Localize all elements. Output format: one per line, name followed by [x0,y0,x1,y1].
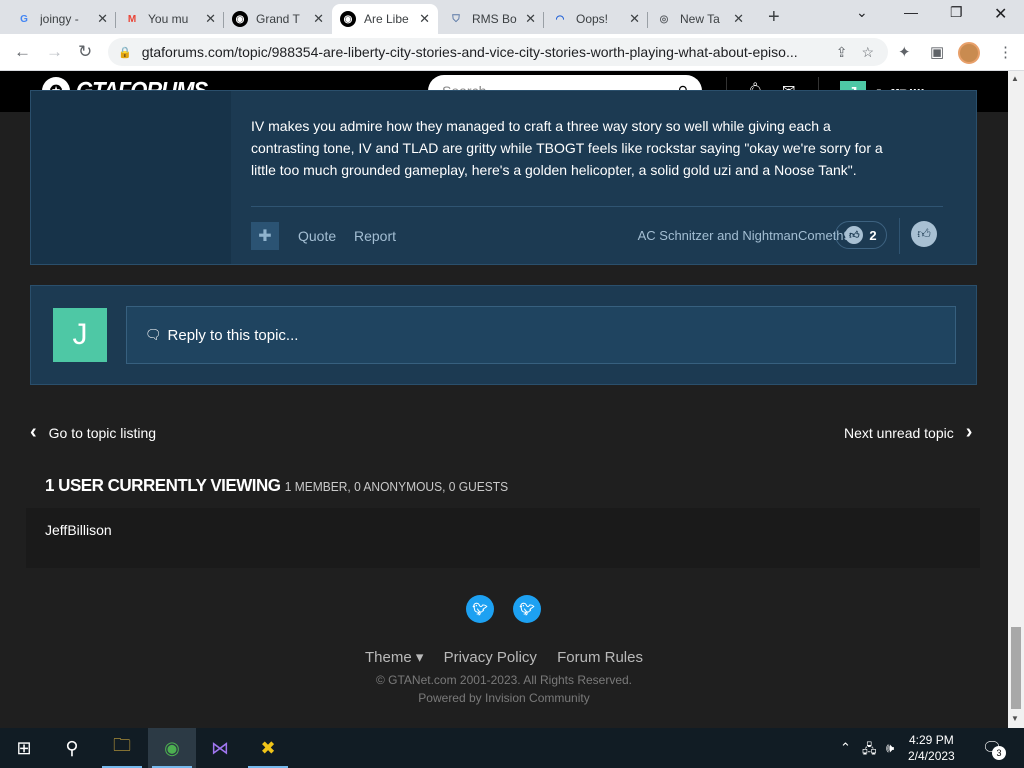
visual-studio-icon[interactable]: ⋈ [196,728,244,768]
multiquote-plus-button[interactable]: ✚ [251,222,279,250]
gmail-icon: M [127,13,137,25]
back-icon[interactable]: ← [14,42,31,62]
browser-tab[interactable]: ⛉ RMS Bo ✕ [440,4,544,34]
theme-menu-link[interactable]: Theme ▾ [365,649,423,666]
file-explorer-icon[interactable]: 🗀 [98,728,146,768]
forum-rules-link[interactable]: Forum Rules [557,649,643,666]
show-hidden-icons-chevron[interactable]: ⌃ [840,740,851,756]
scrollbar-thumb[interactable] [1011,627,1021,709]
close-window-icon[interactable]: ✕ [994,4,1007,24]
reply-box: J 🗨︎ Reply to this topic... [30,285,977,385]
close-tab-icon[interactable]: ✕ [97,11,108,27]
new-tab-icon[interactable]: + [768,6,780,29]
close-tab-icon[interactable]: ✕ [525,11,536,27]
viewing-breakdown: 1 MEMBER, 0 ANONYMOUS, 0 GUESTS [284,479,509,495]
network-icon[interactable]: 🖧︎ [862,740,877,762]
go-to-topic-listing-link[interactable]: ‹ Go to topic listing [30,421,156,444]
volume-icon[interactable]: 🕪︎ [886,740,894,756]
forum-post: IV makes you admire how they managed to … [30,90,977,265]
react-thumbs-up-button[interactable]: 👍︎ [911,221,937,247]
share-icon[interactable]: ⇪ [836,44,848,61]
report-button[interactable]: Report [354,228,396,244]
system-clock[interactable]: 4:29 PM 2/4/2023 [908,732,955,764]
profile-avatar[interactable] [958,42,980,64]
twitter-icon[interactable]: 🐦︎ [513,595,541,623]
chrome-icon: ◎ [659,13,669,25]
chevron-right-icon: › [965,421,973,443]
reload-icon[interactable]: ↻ [78,42,92,62]
scroll-down-arrow-icon[interactable]: ▼ [1011,714,1019,723]
bookmark-star-icon[interactable]: ☆ [861,44,874,61]
footer-links: Theme ▾ Privacy Policy Forum Rules [0,648,1008,666]
copyright: © GTANet.com 2001-2023. All Rights Reser… [375,673,633,687]
windows-start-icon[interactable]: ⊞ [0,728,48,768]
close-tab-icon[interactable]: ✕ [205,11,216,27]
shield-icon: ⛉ [452,13,460,25]
address-bar[interactable]: 🔒 gtaforums.com/topic/988354-are-liberty… [108,38,888,66]
windows-taskbar: ⊞ ⚲ 🗀 ◉ ⋈ ✖ ⌃ 🖧︎ 🕪︎ 4:29 PM 2/4/2023 🗨︎3 [0,728,1024,768]
post-line: IV makes you admire how they managed to … [251,118,831,134]
reply-input[interactable]: 🗨︎ Reply to this topic... [126,306,956,364]
chrome-taskbar-icon[interactable]: ◉ [148,728,196,768]
browser-tab[interactable]: ◠ Oops! ✕ [544,4,648,34]
reaction-count-badge[interactable]: 👍︎ 2 [835,221,887,249]
action-center-icon[interactable]: 🗨︎3 [982,738,1006,760]
close-tab-icon[interactable]: ✕ [629,11,640,27]
viewing-users-panel: JeffBillison [26,508,980,568]
thumbs-up-icon: 👍︎ [845,226,864,244]
browser-tab-strip: G joingy - ✕ M You mu ✕ ◉ Grand T ✕ ◉ Ar… [0,0,1024,34]
close-tab-icon[interactable]: ✕ [419,11,430,27]
xenia-icon[interactable]: ✖ [244,728,292,768]
scroll-up-arrow-icon[interactable]: ▲ [1011,74,1019,83]
swirl-icon: ◠ [555,13,565,25]
notification-count-badge: 3 [992,746,1006,760]
forward-icon[interactable]: → [46,42,63,62]
browser-tab[interactable]: ◎ New Ta ✕ [648,4,752,34]
browser-tab-active[interactable]: ◉ Are Libe ✕ [332,4,438,34]
twitter-icon[interactable]: 🐦︎ [466,595,494,623]
google-icon: G [20,13,28,25]
extensions-icon[interactable]: ✦ [898,43,911,61]
browser-tab[interactable]: ◉ Grand T ✕ [224,4,332,34]
close-tab-icon[interactable]: ✕ [733,11,744,27]
quote-button[interactable]: Quote [298,228,336,244]
next-unread-topic-link[interactable]: Next unread topic › [844,421,972,444]
tab-search-icon[interactable]: ⌄ [856,4,868,21]
close-tab-icon[interactable]: ✕ [313,11,324,27]
speech-bubble-icon: 🗨︎ [145,327,162,342]
lock-icon[interactable]: 🔒 [118,46,132,59]
gtaforums-icon: ◉ [232,11,248,27]
post-body: IV makes you admire how they managed to … [251,115,951,181]
post-line: little too much grounded gameplay, here'… [251,162,857,178]
avatar: J [53,308,107,362]
powered-by-link[interactable]: Powered by Invision Community [0,691,1008,705]
privacy-policy-link[interactable]: Privacy Policy [444,649,537,666]
likers-list[interactable]: AC Schnitzer and NightmanCometh96 [638,228,858,243]
browser-tab[interactable]: G joingy - ✕ [8,4,116,34]
browser-toolbar: ← → ↻ 🔒 gtaforums.com/topic/988354-are-l… [0,34,1024,71]
post-footer: ✚ Quote Report AC Schnitzer and Nightman… [251,206,943,254]
post-line: contrasting tone, IV and TLAD are gritty… [251,140,883,156]
search-icon[interactable]: ⚲ [48,728,96,768]
side-panel-icon[interactable]: ▣ [930,43,944,61]
currently-viewing-heading: 1 USER CURRENTLY VIEWING 1 MEMBER, 0 ANO… [45,475,509,496]
chevron-left-icon: ‹ [30,421,37,443]
restore-icon[interactable]: ❐ [950,4,963,21]
minimize-icon[interactable]: — [904,4,918,20]
menu-kebab-icon[interactable]: ⋮ [998,43,1013,61]
gtaforums-icon: ◉ [340,11,356,27]
post-author-panel [31,91,231,264]
viewing-user-link[interactable]: JeffBillison [45,522,112,538]
browser-tab[interactable]: M You mu ✕ [116,4,224,34]
